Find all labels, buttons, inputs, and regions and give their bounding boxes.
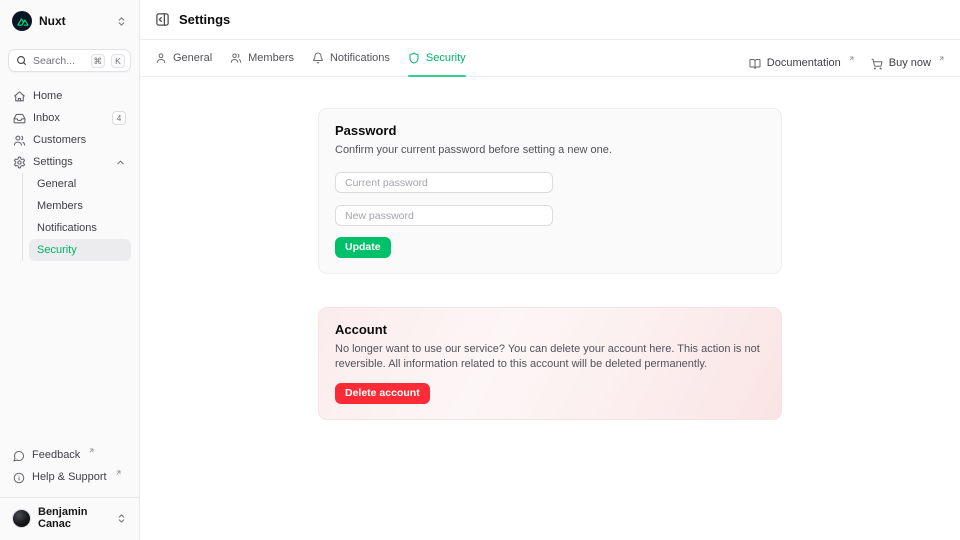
sidebar-item-settings[interactable]: Settings: [8, 151, 131, 173]
tab-general[interactable]: General: [155, 40, 212, 76]
search-input[interactable]: Search... ⌘ K: [8, 49, 131, 72]
tabs: General Members Notifications: [155, 40, 466, 76]
sidebar-item-label: Home: [33, 90, 62, 102]
settings-submenu: General Members Notifications Security: [22, 173, 131, 261]
external-link-icon: [938, 55, 945, 62]
sidebar-item-inbox[interactable]: Inbox 4: [8, 107, 131, 129]
buy-now-label: Buy now: [889, 57, 931, 69]
sidebar-nav: Home Inbox 4 Customers Settings: [8, 85, 131, 261]
sidebar-item-security[interactable]: Security: [29, 239, 131, 261]
sidebar-item-general[interactable]: General: [29, 173, 131, 195]
user-icon: [155, 52, 167, 64]
main-panel: Settings General Members: [140, 0, 960, 540]
delete-account-button[interactable]: Delete account: [335, 383, 430, 404]
buy-now-link[interactable]: Buy now: [871, 47, 945, 70]
page-header: Settings: [140, 0, 960, 40]
current-password-field[interactable]: [335, 172, 553, 193]
password-card-description: Confirm your current password before set…: [335, 143, 765, 158]
documentation-link[interactable]: Documentation: [749, 47, 855, 70]
account-card-title: Account: [335, 322, 765, 337]
workspace-switcher[interactable]: Nuxt: [8, 8, 131, 34]
settings-security-content: Password Confirm your current password b…: [140, 77, 960, 540]
info-icon: [13, 472, 25, 484]
avatar: [12, 509, 31, 528]
inbox-count-badge: 4: [112, 111, 126, 125]
workspace-name: Nuxt: [39, 14, 66, 28]
sidebar-item-members[interactable]: Members: [29, 195, 131, 217]
chevron-up-icon: [115, 157, 126, 168]
tabbar-actions: Documentation Buy now: [749, 40, 945, 76]
search-placeholder: Search...: [33, 55, 85, 67]
tab-label: Members: [248, 52, 294, 64]
password-card-title: Password: [335, 123, 765, 138]
tab-label: General: [173, 52, 212, 64]
users-icon: [13, 134, 26, 147]
user-menu[interactable]: Benjamin Canac: [8, 498, 131, 532]
sub-item-label: General: [37, 178, 76, 190]
help-support-label: Help & Support: [32, 471, 107, 483]
message-circle-icon: [13, 450, 25, 462]
kbd-meta: ⌘: [91, 54, 106, 68]
users-icon: [230, 52, 242, 64]
sidebar-spacer: [8, 261, 131, 446]
sidebar-item-notifications[interactable]: Notifications: [29, 217, 131, 239]
chevrons-up-down-icon: [116, 16, 127, 27]
sidebar-item-home[interactable]: Home: [8, 85, 131, 107]
update-password-button[interactable]: Update: [335, 237, 391, 258]
feedback-link[interactable]: Feedback: [8, 446, 131, 468]
sub-item-label: Members: [37, 200, 83, 212]
sub-item-label: Security: [37, 244, 77, 256]
documentation-label: Documentation: [767, 57, 841, 69]
gear-icon: [13, 156, 26, 169]
shopping-cart-icon: [871, 58, 883, 70]
home-icon: [13, 90, 26, 103]
feedback-label: Feedback: [32, 449, 80, 461]
book-open-icon: [749, 58, 761, 70]
sub-item-label: Notifications: [37, 222, 97, 234]
external-link-icon: [848, 55, 855, 62]
user-name: Benjamin Canac: [38, 506, 109, 530]
external-link-icon: [115, 469, 122, 476]
tab-label: Security: [426, 52, 466, 64]
account-card-description: No longer want to use our service? You c…: [335, 342, 765, 372]
app-window: Nuxt Search... ⌘ K Home: [0, 0, 960, 540]
inbox-icon: [13, 112, 26, 125]
sidebar-collapse-icon[interactable]: [155, 12, 170, 27]
shield-icon: [408, 52, 420, 64]
nuxt-logo-icon: [12, 11, 32, 31]
tab-security[interactable]: Security: [408, 40, 466, 76]
kbd-k: K: [111, 54, 125, 68]
sidebar: Nuxt Search... ⌘ K Home: [0, 0, 140, 540]
search-icon: [16, 55, 27, 66]
page-title: Settings: [179, 12, 230, 27]
tab-notifications[interactable]: Notifications: [312, 40, 390, 76]
external-link-icon: [88, 447, 95, 454]
new-password-field[interactable]: [335, 205, 553, 226]
help-support-link[interactable]: Help & Support: [8, 468, 131, 490]
chevrons-up-down-icon: [116, 513, 127, 524]
sidebar-item-label: Inbox: [33, 112, 60, 124]
tab-members[interactable]: Members: [230, 40, 294, 76]
sidebar-item-customers[interactable]: Customers: [8, 129, 131, 151]
sidebar-item-label: Settings: [33, 156, 73, 168]
tabbar: General Members Notifications: [140, 40, 960, 77]
password-card: Password Confirm your current password b…: [318, 108, 782, 274]
tab-label: Notifications: [330, 52, 390, 64]
sidebar-item-label: Customers: [33, 134, 86, 146]
bell-icon: [312, 52, 324, 64]
account-card: Account No longer want to use our servic…: [318, 307, 782, 420]
